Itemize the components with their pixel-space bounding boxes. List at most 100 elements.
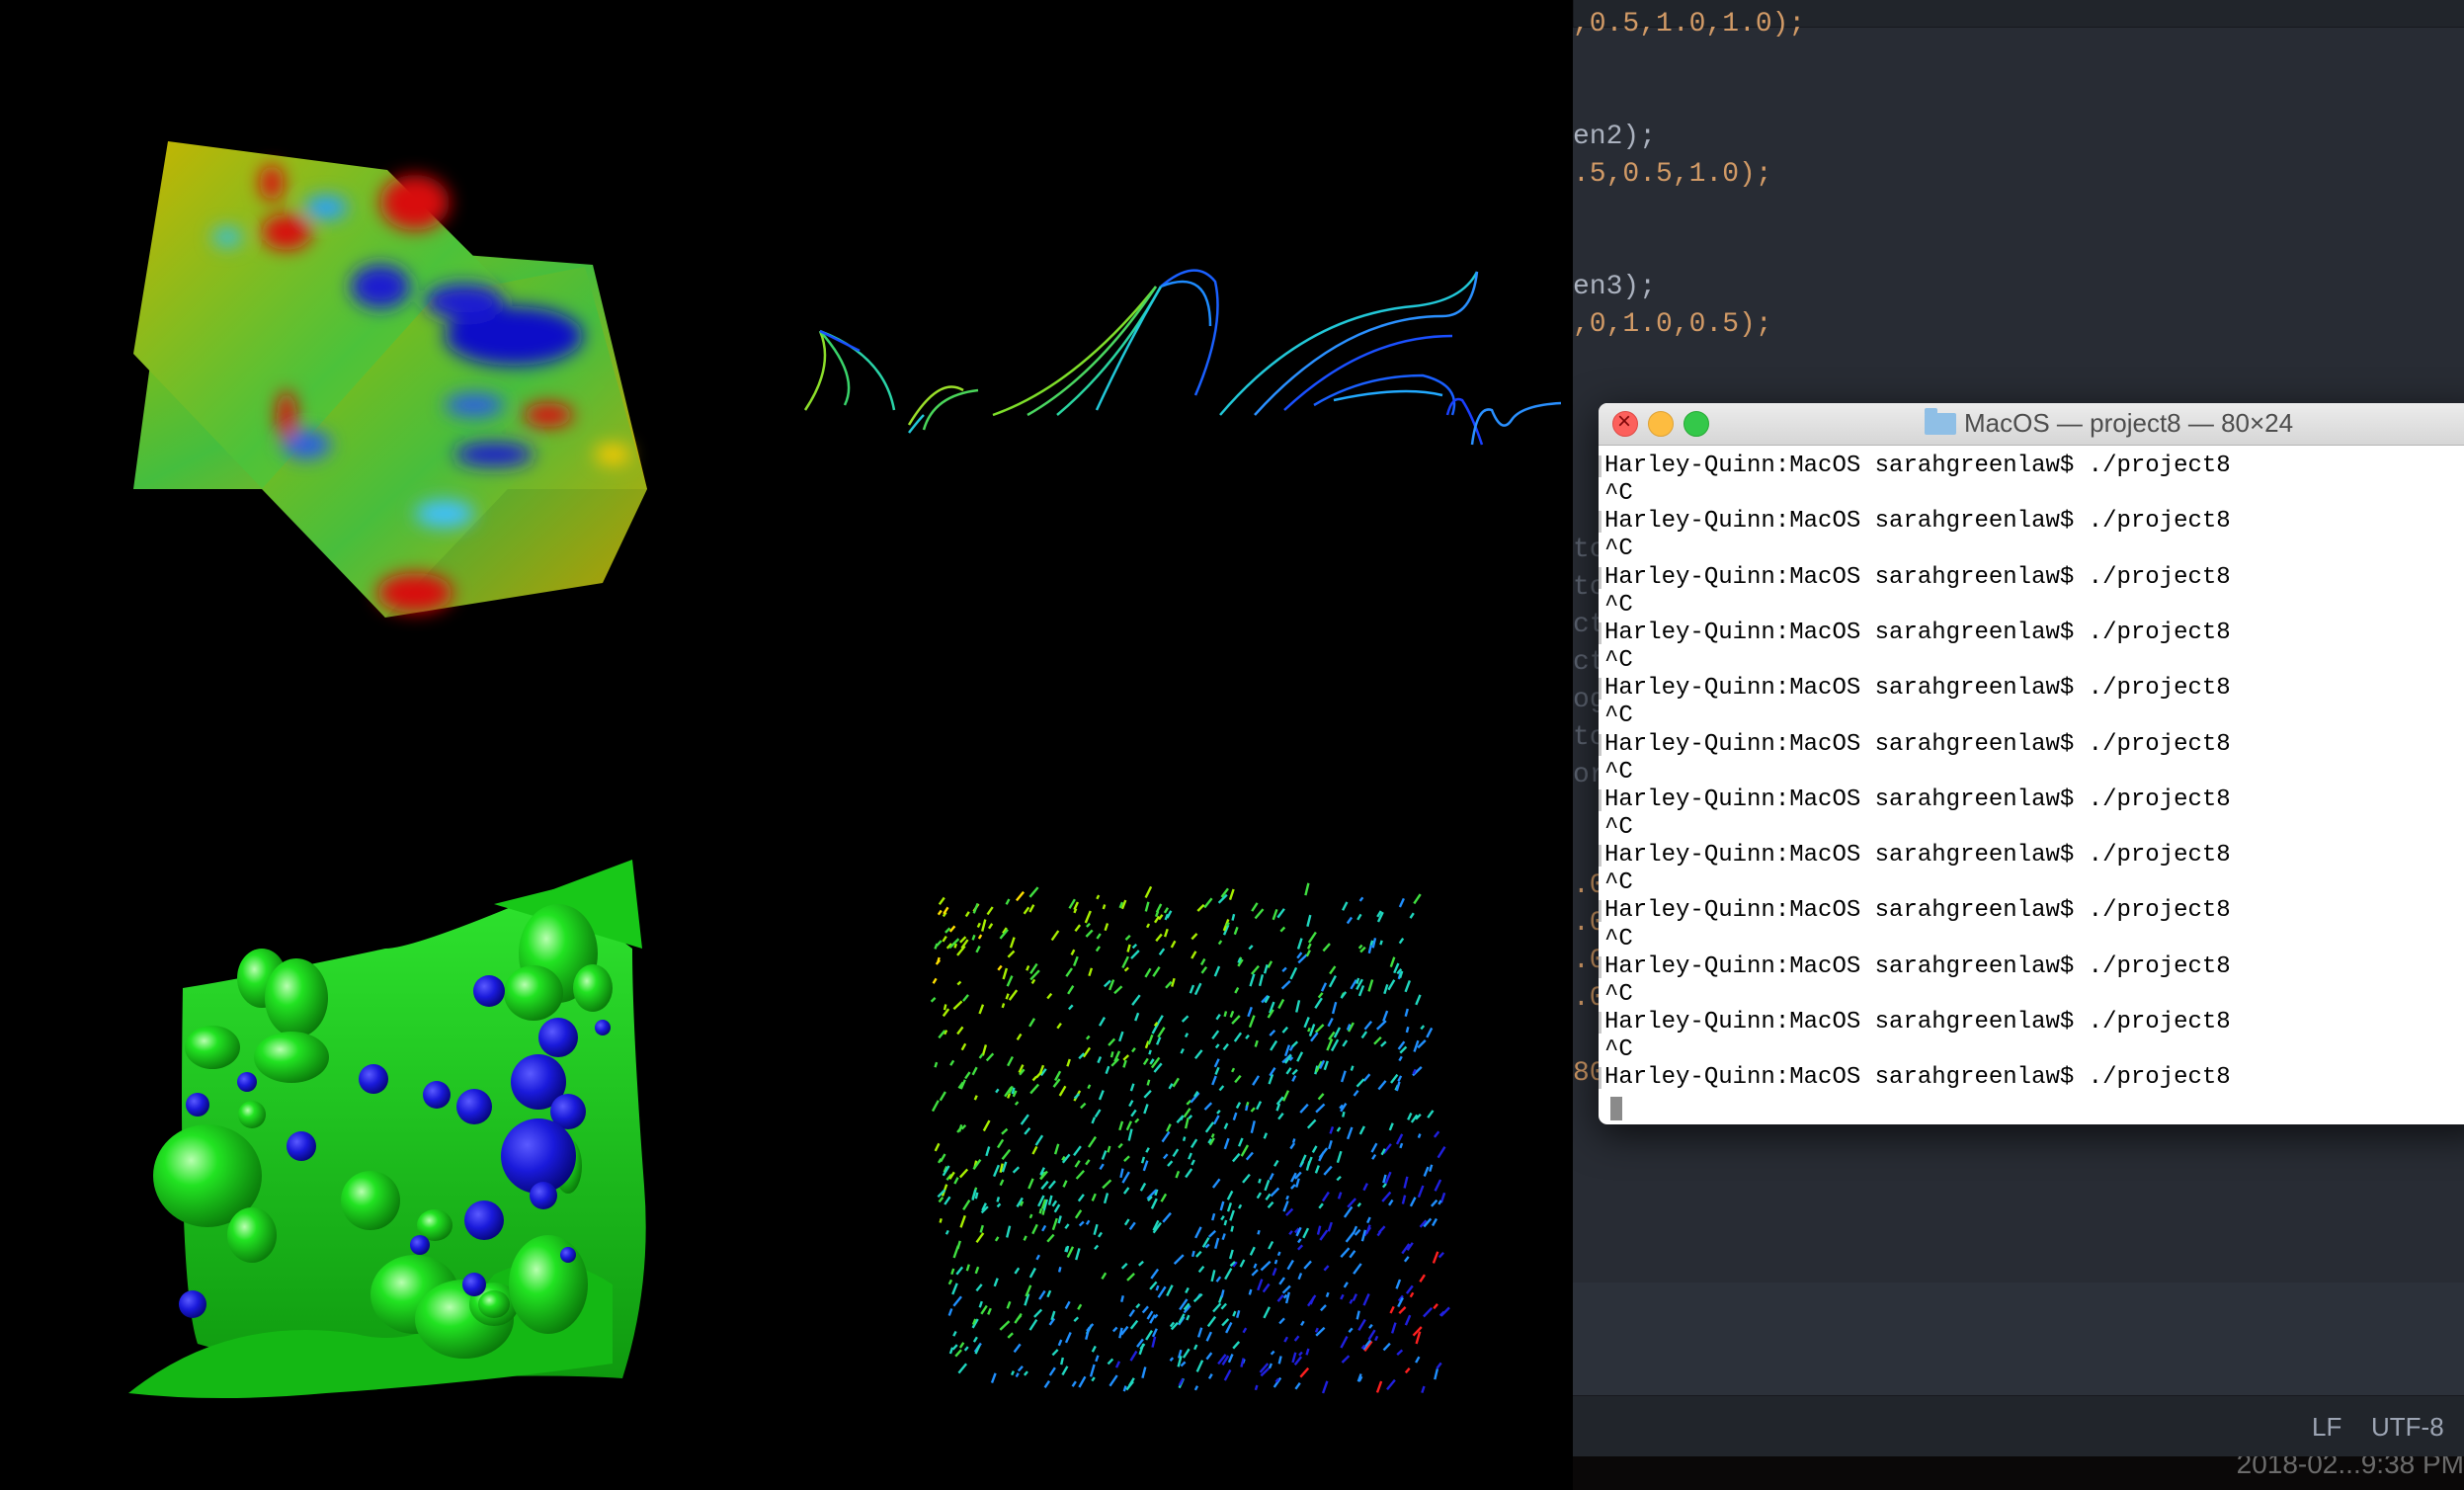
vector-glyph [930,997,937,1003]
vector-glyph [1086,922,1091,928]
vector-glyph [1084,910,1092,924]
vector-glyph [1183,1108,1191,1118]
terminal-window[interactable]: MacOS — project8 — 80×24 Harley-Quinn:Ma… [1599,403,2464,1124]
vector-glyph [1171,977,1176,987]
vector-glyph [1129,1319,1139,1330]
vector-glyph [1353,1263,1362,1275]
code-text: .5,0.5,1.0); [1573,159,1772,190]
vector-glyph [1168,1083,1174,1090]
vector-glyph [953,943,958,949]
vector-glyph [1284,1291,1290,1304]
vector-glyph [1232,1341,1241,1350]
vector-glyph [1263,1306,1271,1319]
vector-glyph [996,1202,1002,1208]
vector-glyph [1073,1145,1082,1157]
vector-glyph [961,994,969,1002]
code-line[interactable]: .5,0.5,1.0); [1573,158,1772,192]
menubar-clock[interactable]: 2018-02...9:38 PM [2237,1456,2464,1480]
vector-glyph [1382,1342,1391,1352]
code-line[interactable]: ,0.5,1.0,1.0); [1573,8,1805,41]
vector-glyph [1306,943,1312,950]
vector-glyph [1283,1336,1289,1343]
vector-glyph [1088,1135,1097,1148]
vector-glyph [1161,1130,1171,1143]
vector-glyph [935,959,942,965]
close-button[interactable] [1612,408,1638,437]
vector-glyph [1122,1059,1127,1068]
vector-glyph [1306,914,1312,927]
vector-glyph [1105,1065,1110,1075]
vector-glyph [1064,1246,1069,1253]
vector-glyph [1155,1036,1162,1045]
vector-glyph [1215,1276,1222,1283]
vector-glyph [999,1320,1011,1331]
vector-glyph [1166,1284,1174,1297]
opengl-render-window[interactable] [0,0,1573,1490]
vector-glyph [1396,1349,1404,1356]
vector-glyph [1146,923,1151,929]
vector-glyph [1423,1306,1434,1318]
code-line[interactable]: en2); [1573,121,1656,154]
vector-glyph [1178,1377,1185,1386]
vector-glyph [1371,938,1377,949]
vector-glyph [1070,949,1076,955]
vector-glyph [1175,1170,1181,1179]
vector-glyph [1001,1127,1009,1135]
vector-glyph [1033,1308,1043,1318]
vector-glyph [1308,1024,1316,1037]
vector-glyph [1094,1109,1102,1118]
vector-glyph [1413,893,1422,905]
vector-glyph [1016,1033,1023,1041]
vector-glyph [1153,915,1161,924]
vector-glyph [1346,916,1354,925]
vector-glyph [1077,1303,1083,1310]
vector-glyph-panel [930,882,1450,1394]
vector-glyph [1263,1132,1269,1139]
vector-glyph [944,1196,951,1205]
minimize-button[interactable] [1648,411,1674,437]
vector-glyph [1240,1358,1245,1367]
vector-glyph [1268,1240,1274,1250]
vector-glyph [1355,1310,1360,1320]
vector-glyph [1265,1193,1272,1200]
vector-glyph [1188,1115,1193,1119]
vector-glyph [1314,1327,1319,1333]
vector-glyph [1137,1260,1144,1267]
prompt-marker [1599,955,1602,978]
maximize-button[interactable] [1684,411,1709,437]
vector-glyph [1011,1087,1016,1095]
vector-glyph [1355,1078,1365,1088]
terminal-titlebar[interactable]: MacOS — project8 — 80×24 [1599,403,2464,446]
render-canvas[interactable] [0,0,1573,1490]
vector-glyph [1405,1284,1414,1294]
vector-glyph [950,1268,955,1276]
vector-glyph [1128,1100,1134,1108]
vector-glyph [1262,1283,1271,1293]
vector-glyph [1068,1004,1074,1011]
vector-glyph [1158,948,1166,956]
vector-glyph [1204,1121,1215,1133]
code-line[interactable]: en3); [1573,271,1656,304]
vector-glyph [1359,946,1366,953]
vector-glyph [1182,1348,1191,1359]
vector-glyph [956,1240,961,1250]
vector-glyph [1282,1293,1288,1299]
vector-glyph [1206,1315,1217,1328]
vector-glyph [1272,1267,1277,1277]
encoding-indicator[interactable]: UTF-8 [2371,1412,2444,1443]
vector-glyph [1228,888,1235,900]
vector-glyph [1282,1090,1290,1102]
vector-glyph [1085,1219,1091,1225]
vector-glyph [947,1279,953,1285]
line-ending-indicator[interactable]: LF [2312,1412,2341,1443]
streamlines-panel [803,269,1562,446]
code-line[interactable]: ,0,1.0,0.5); [1573,308,1772,342]
vector-glyph [1126,944,1131,952]
vector-glyph [975,1232,985,1244]
vector-glyph [1353,1090,1359,1097]
vector-glyph [1417,1185,1425,1199]
editor-bottom-panel[interactable] [1573,1283,2464,1395]
vector-glyph [1303,1260,1312,1270]
vector-glyph [934,1142,941,1152]
terminal-output[interactable]: Harley-Quinn:MacOS sarahgreenlaw$ ./proj… [1599,447,2464,1124]
